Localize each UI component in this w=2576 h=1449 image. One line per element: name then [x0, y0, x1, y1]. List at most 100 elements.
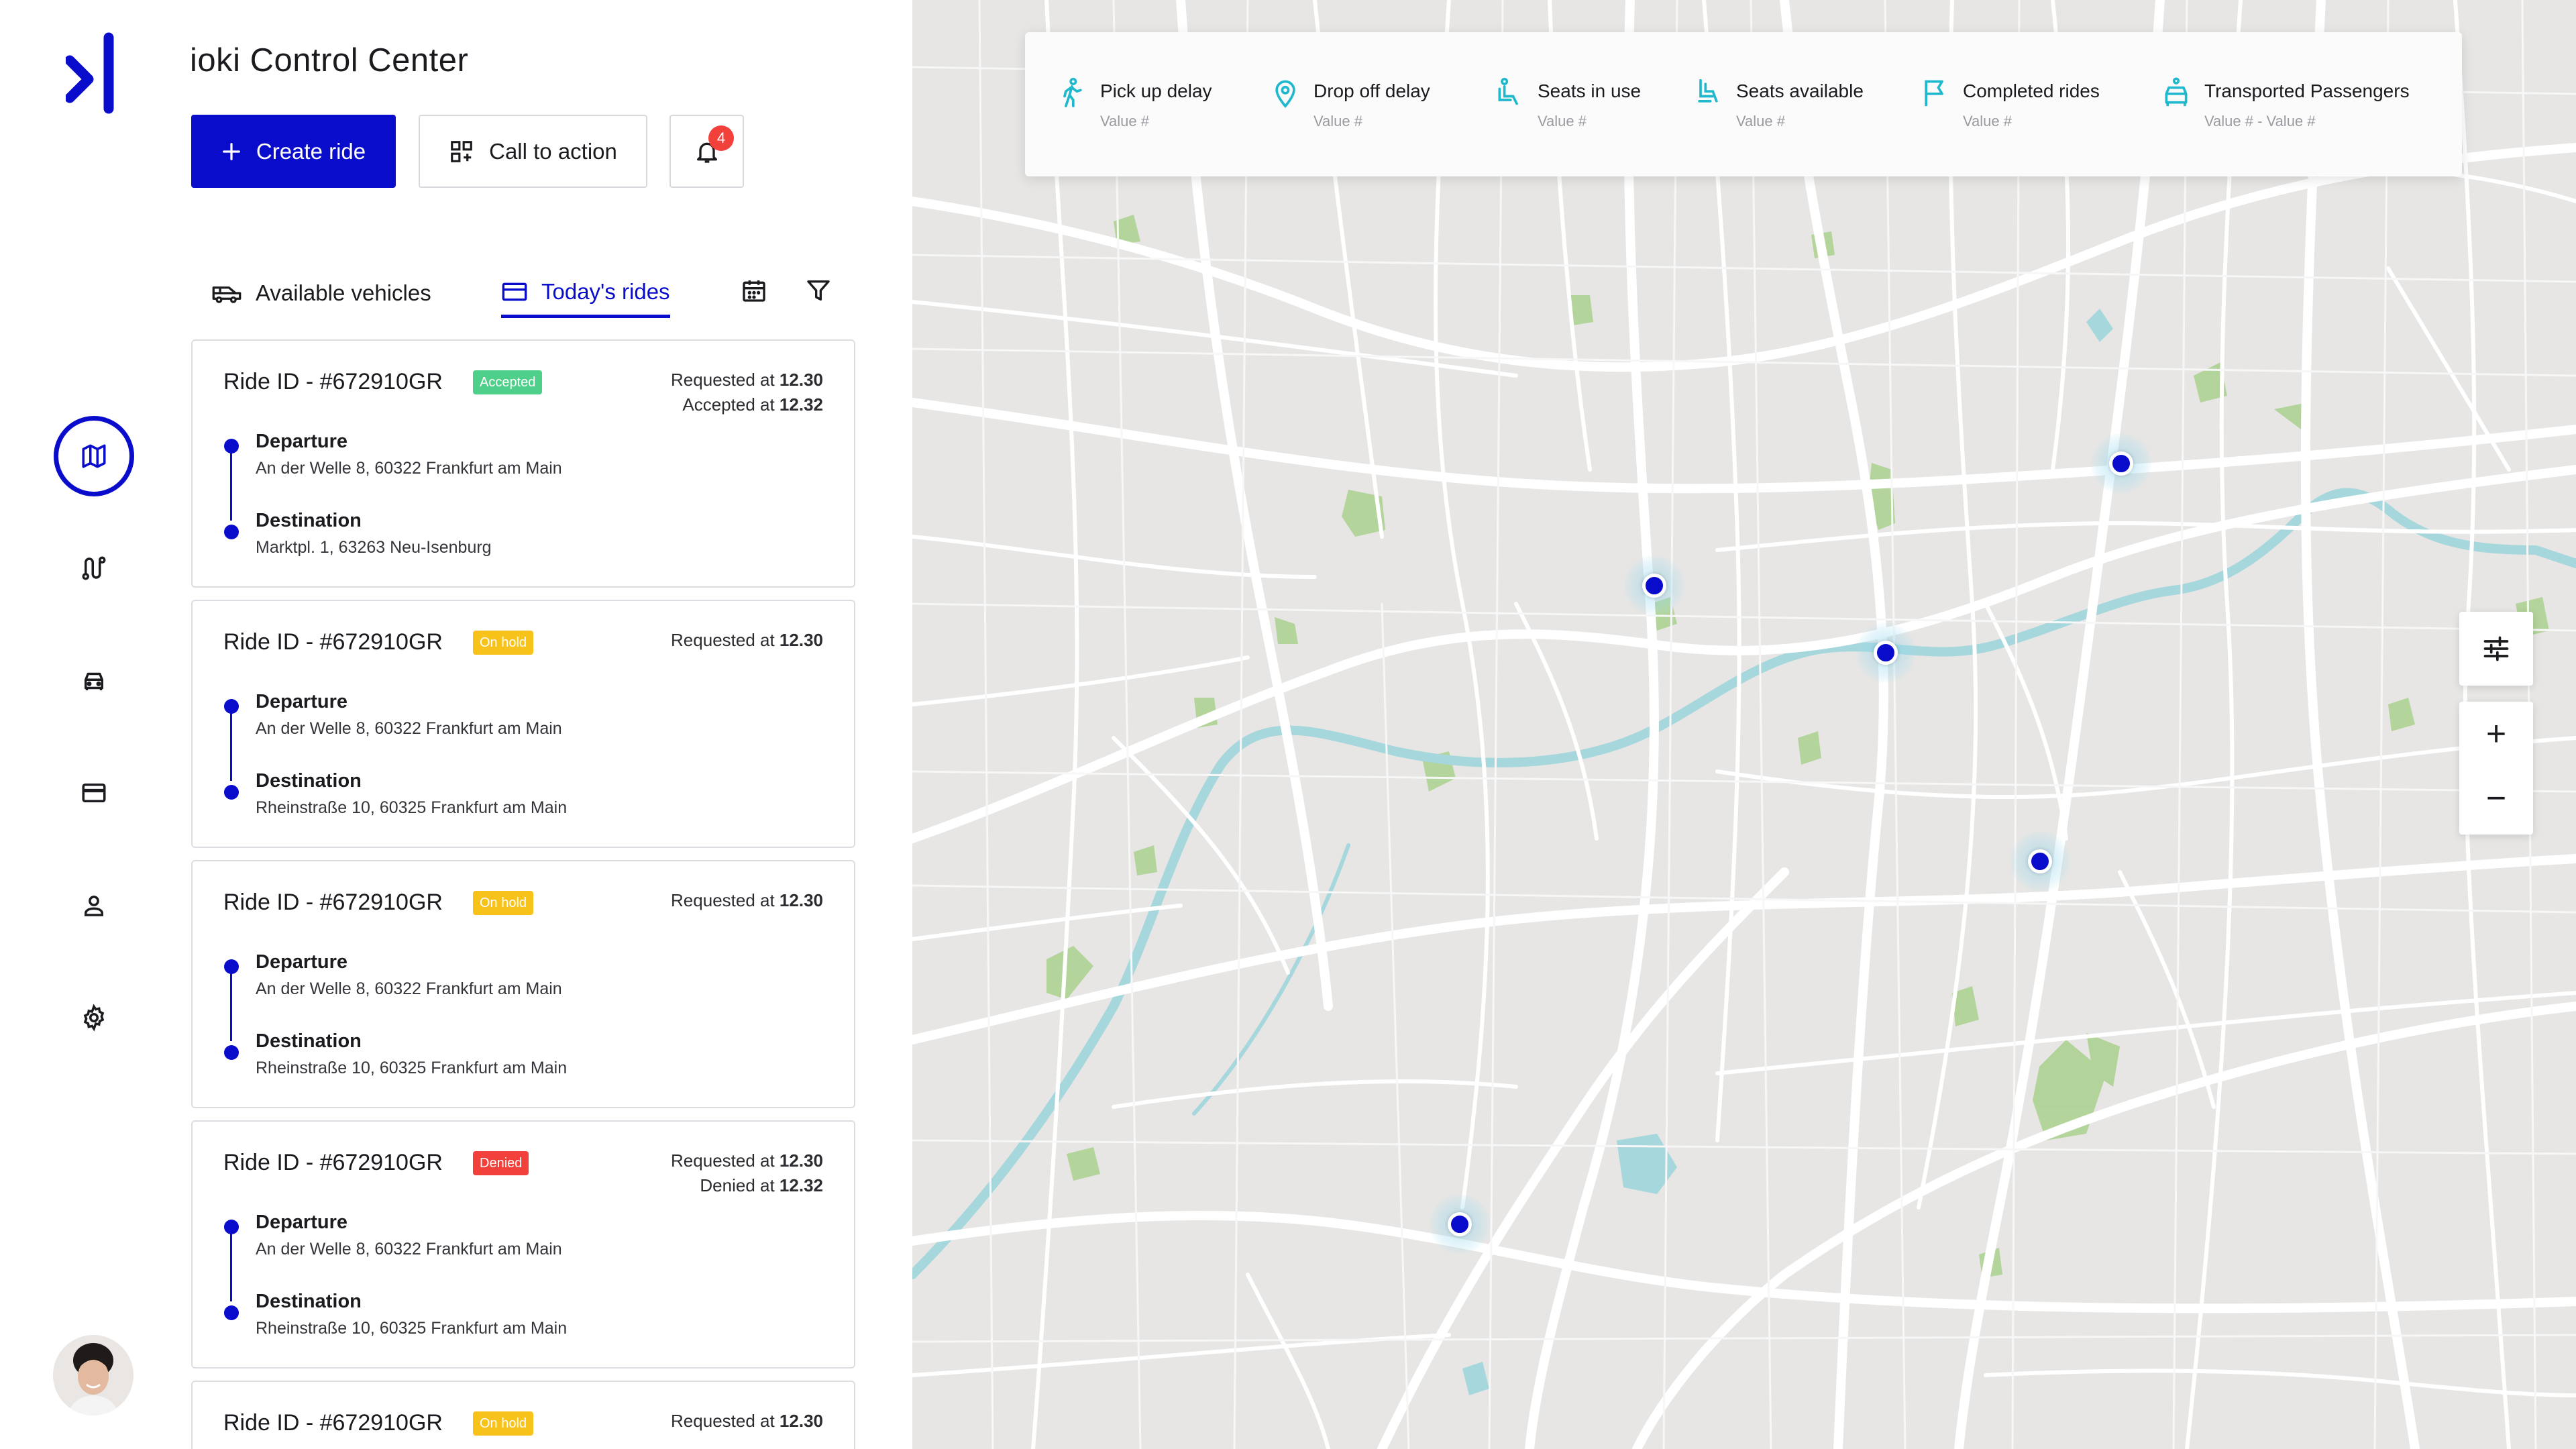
metric-label: Seats in use	[1538, 80, 1642, 101]
rides-icon	[502, 282, 527, 301]
tab-todays-rides[interactable]: Today's rides	[501, 268, 670, 318]
call-to-action-label: Call to action	[489, 138, 617, 164]
map-filter-button[interactable]	[2459, 612, 2533, 686]
metric-label: Transported Passengers	[2204, 80, 2410, 101]
metric-value: Value #	[1538, 113, 1587, 129]
zoom-control[interactable]: + −	[2459, 702, 2533, 835]
call-to-action-button[interactable]: Call to action	[419, 115, 647, 188]
grid-add-icon	[451, 140, 472, 162]
status-badge: On hold	[473, 891, 534, 915]
sidebar-item-users[interactable]	[54, 865, 134, 946]
credit-card-icon	[82, 784, 106, 802]
departure-address: An der Welle 8, 60322 Frankfurt am Main	[256, 979, 562, 998]
metric-value: Value #	[1100, 113, 1149, 129]
car-passenger-icon	[2165, 77, 2188, 107]
calendar-button[interactable]	[735, 272, 773, 309]
rides-panel: ioki Control Center Create ride Call to …	[188, 0, 912, 1449]
sliders-icon	[2483, 636, 2509, 661]
map-icon	[82, 444, 106, 468]
user-avatar-image	[53, 1335, 133, 1415]
sidebar-item-payments[interactable]	[54, 753, 134, 833]
status-badge: On hold	[473, 1411, 534, 1436]
create-ride-button[interactable]: Create ride	[191, 115, 396, 188]
destination-label: Destination	[256, 510, 362, 531]
destination-label: Destination	[256, 1291, 362, 1312]
calendar-icon	[743, 280, 765, 302]
ride-timestamps: Requested at 12.30 Denied at 12.32	[671, 1150, 823, 1195]
plus-icon	[223, 142, 240, 160]
sidebar-item-settings[interactable]	[54, 977, 134, 1058]
vehicle-marker[interactable]	[1856, 623, 1916, 683]
sidebar-item-vehicles[interactable]	[54, 641, 134, 721]
tab-available-vehicles[interactable]: Available vehicles	[211, 268, 431, 318]
ride-timestamps: Requested at 12.30	[671, 630, 823, 650]
flag-icon	[1925, 80, 1943, 107]
avatar[interactable]	[53, 1335, 133, 1415]
vehicle-marker[interactable]	[2091, 433, 2151, 494]
metric-label: Pick up delay	[1100, 80, 1212, 101]
tab-available-vehicles-label: Available vehicles	[256, 280, 431, 305]
location-pin-icon	[1275, 80, 1295, 108]
departure-label: Departure	[256, 691, 347, 712]
metric-value: Value #	[1313, 113, 1362, 129]
ride-card[interactable]: Ride ID - #672910GR Accepted Requested a…	[191, 339, 855, 588]
metric-label: Seats available	[1736, 80, 1864, 101]
sidebar-item-routes[interactable]	[54, 528, 134, 608]
departure-label: Departure	[256, 951, 347, 973]
destination-address: Rheinstraße 10, 60325 Frankfurt am Main	[256, 1319, 568, 1338]
map-layers-control[interactable]	[2459, 612, 2533, 686]
tab-todays-rides-label: Today's rides	[541, 278, 670, 304]
metric-value: Value #	[1736, 113, 1785, 129]
zoom-in-button[interactable]: +	[2459, 702, 2533, 766]
sidebar	[0, 0, 188, 1449]
ride-id: Ride ID - #672910GR	[223, 890, 443, 915]
seated-person-icon	[1498, 78, 1518, 105]
destination-dot	[224, 785, 239, 800]
departure-dot	[224, 699, 239, 714]
status-badge: Denied	[473, 1151, 529, 1175]
walking-person-icon	[1063, 78, 1082, 108]
ride-id: Ride ID - #672910GR	[223, 1150, 443, 1175]
create-ride-label: Create ride	[256, 138, 366, 164]
user-icon	[85, 896, 103, 916]
ride-card[interactable]: Ride ID - #672910GR Denied Requested at …	[191, 1120, 855, 1368]
metric-label: Completed rides	[1963, 80, 2100, 101]
destination-address: Rheinstraße 10, 60325 Frankfurt am Main	[256, 1059, 568, 1077]
van-icon	[212, 286, 241, 303]
metric-label: Drop off delay	[1313, 80, 1430, 101]
ride-card[interactable]: Ride ID - #672910GR On hold Requested at…	[191, 600, 855, 848]
ride-card[interactable]: Ride ID - #672910GR On hold Requested at…	[191, 860, 855, 1108]
map-view[interactable]: Pick up delay Value # Drop off delay Val…	[912, 0, 2576, 1449]
vehicle-marker[interactable]	[1430, 1194, 1490, 1254]
ride-id: Ride ID - #672910GR	[223, 369, 443, 394]
notifications-button[interactable]: 4	[669, 115, 744, 188]
departure-dot	[224, 439, 239, 453]
car-icon	[85, 672, 103, 690]
page-title: ioki Control Center	[190, 42, 469, 78]
vehicle-marker[interactable]	[2010, 831, 2070, 892]
route-icon	[82, 556, 106, 580]
metric-value: Value #	[1963, 113, 2012, 129]
filter-icon	[807, 280, 830, 301]
map-canvas[interactable]	[912, 0, 2576, 1449]
destination-dot	[224, 525, 239, 539]
sidebar-item-map[interactable]	[54, 416, 134, 496]
departure-address: An der Welle 8, 60322 Frankfurt am Main	[256, 1240, 562, 1258]
ride-card[interactable]: Ride ID - #672910GR On hold Requested at…	[191, 1381, 855, 1449]
departure-label: Departure	[256, 1212, 347, 1233]
metrics-bar: Pick up delay Value # Drop off delay Val…	[1025, 32, 2462, 176]
departure-address: An der Welle 8, 60322 Frankfurt am Main	[256, 719, 562, 738]
status-badge: On hold	[473, 631, 534, 655]
notification-count-badge: 4	[708, 125, 734, 151]
destination-label: Destination	[256, 1030, 362, 1052]
filter-button[interactable]	[800, 272, 837, 309]
ride-id: Ride ID - #672910GR	[223, 629, 443, 655]
zoom-out-button[interactable]: −	[2459, 766, 2533, 830]
vehicle-marker[interactable]	[1624, 555, 1684, 616]
status-badge: Accepted	[473, 370, 543, 394]
destination-address: Marktpl. 1, 63263 Neu-Isenburg	[256, 538, 492, 557]
destination-address: Rheinstraße 10, 60325 Frankfurt am Main	[256, 798, 568, 817]
gear-icon	[83, 1004, 105, 1032]
ride-timestamps: Requested at 12.30	[671, 890, 823, 910]
ride-timestamps: Requested at 12.30	[671, 1411, 823, 1431]
